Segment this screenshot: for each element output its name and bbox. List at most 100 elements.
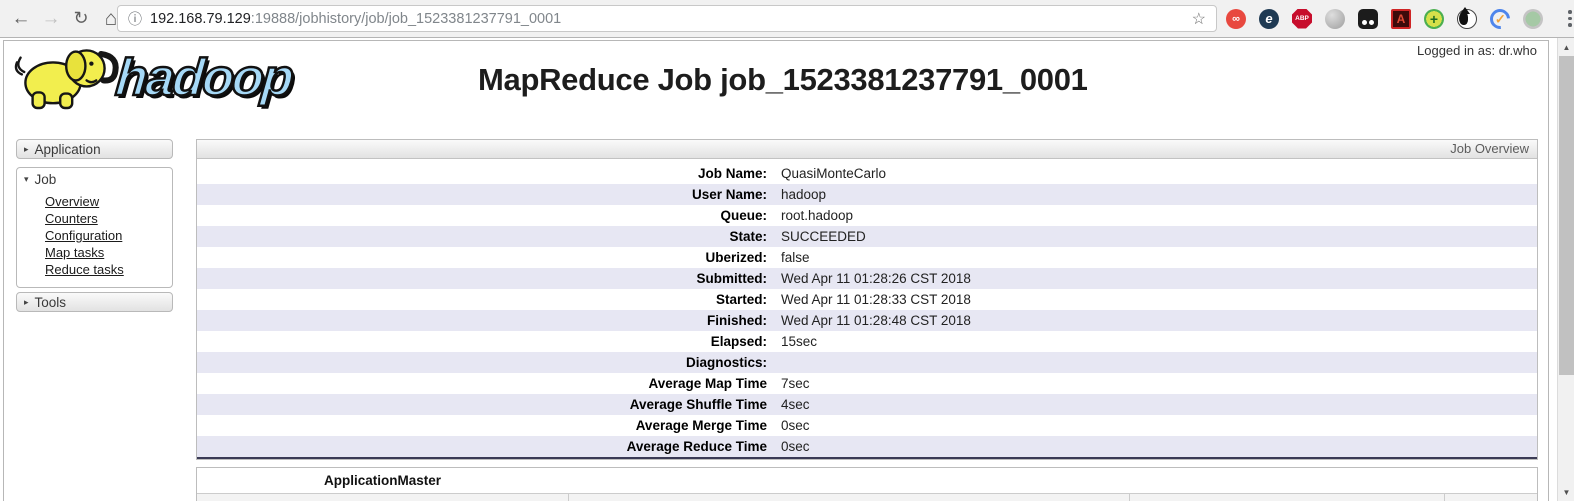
row-label: Diagnostics:	[197, 355, 767, 370]
overview-rows: Job Name:QuasiMonteCarlo User Name:hadoo…	[197, 159, 1537, 457]
row-value: 4sec	[767, 397, 810, 412]
url-text: 192.168.79.129:19888/jobhistory/job/job_…	[150, 11, 561, 27]
evernote-extension-icon[interactable]: e	[1259, 9, 1279, 29]
url-host: 192.168.79.129	[150, 11, 251, 27]
table-row: Submitted:Wed Apr 11 01:28:26 CST 2018	[197, 268, 1537, 289]
row-value: hadoop	[767, 187, 826, 202]
am-caption: ApplicationMaster	[197, 473, 568, 488]
row-value: 7sec	[767, 376, 810, 391]
sidebar-section-label: Application	[35, 142, 101, 157]
chevron-right-icon: ▸	[24, 144, 29, 155]
reload-button[interactable]: ↻	[66, 4, 96, 34]
table-row: Finished:Wed Apr 11 01:28:48 CST 2018	[197, 310, 1537, 331]
sidebar-item-reduce-tasks[interactable]: Reduce tasks	[45, 261, 172, 278]
hadoop-logo[interactable]: hadoop	[12, 42, 322, 114]
forward-button[interactable]: →	[36, 4, 66, 34]
row-label: Job Name:	[197, 166, 767, 181]
dark-square-extension-icon[interactable]	[1358, 9, 1378, 29]
sidebar-item-map-tasks[interactable]: Map tasks	[45, 244, 172, 261]
am-header-row: Attempt Number Start Time Node Logs	[197, 493, 1537, 501]
table-row: Diagnostics:	[197, 352, 1537, 373]
row-value: 15sec	[767, 334, 817, 349]
row-value: 0sec	[767, 418, 810, 433]
row-label: Average Merge Time	[197, 418, 767, 433]
table-row: Elapsed:15sec	[197, 331, 1537, 352]
table-row: Average Merge Time0sec	[197, 415, 1537, 436]
row-label: Started:	[197, 292, 767, 307]
extensions-row: ∞ e ABP A + ✓	[1226, 0, 1574, 37]
back-button[interactable]: ←	[6, 4, 36, 34]
table-row: State:SUCCEEDED	[197, 226, 1537, 247]
sidebar-section-label: Tools	[35, 295, 67, 310]
check-extension-icon[interactable]: ✓	[1486, 4, 1514, 32]
chevron-right-icon: ▸	[24, 297, 29, 308]
row-value: false	[767, 250, 810, 265]
sidebar-section-application[interactable]: ▸ Application	[16, 139, 173, 159]
row-value: Wed Apr 11 01:28:26 CST 2018	[767, 271, 971, 286]
row-label: Average Reduce Time	[197, 439, 767, 454]
browser-toolbar: ← → ↻ ⌂ ⓘ 192.168.79.129:19888/jobhistor…	[0, 0, 1574, 38]
table-row: Average Map Time7sec	[197, 373, 1537, 394]
url-path: :19888/jobhistory/job/job_1523381237791_…	[251, 11, 561, 27]
row-value: Wed Apr 11 01:28:33 CST 2018	[767, 292, 971, 307]
row-label: Submitted:	[197, 271, 767, 286]
url-bar[interactable]: ⓘ 192.168.79.129:19888/jobhistory/job/jo…	[117, 5, 1217, 32]
scroll-down-arrow-icon[interactable]: ▼	[1558, 484, 1574, 500]
table-row: Average Reduce Time0sec	[197, 436, 1537, 457]
logged-in-status: Logged in as: dr.who	[1417, 43, 1537, 58]
sidebar-item-configuration[interactable]: Configuration	[45, 227, 172, 244]
row-label: Uberized:	[197, 250, 767, 265]
page-title: MapReduce Job job_1523381237791_0001	[478, 62, 1088, 98]
sphere-extension-icon[interactable]	[1325, 9, 1345, 29]
am-col-logs: Logs	[1444, 494, 1537, 501]
table-row: Uberized:false	[197, 247, 1537, 268]
panel-bottom-border	[197, 457, 1537, 459]
scroll-up-arrow-icon[interactable]: ▲	[1558, 39, 1574, 55]
infinity-extension-icon[interactable]: ∞	[1226, 9, 1246, 29]
row-label: Average Map Time	[197, 376, 767, 391]
job-overview-panel: Job Overview Job Name:QuasiMonteCarlo Us…	[196, 139, 1538, 460]
am-caption-row: ApplicationMaster	[197, 468, 1537, 493]
scrollbar-thumb[interactable]	[1559, 56, 1574, 375]
table-row: Average Shuffle Time4sec	[197, 394, 1537, 415]
row-value: 0sec	[767, 439, 810, 454]
row-label: Elapsed:	[197, 334, 767, 349]
sidebar-section-label: Job	[35, 172, 57, 187]
table-row: Started:Wed Apr 11 01:28:33 CST 2018	[197, 289, 1537, 310]
sidebar-section-tools[interactable]: ▸ Tools	[16, 292, 173, 312]
hadoop-elephant-icon	[12, 42, 130, 114]
chevron-down-icon: ▾	[24, 174, 29, 185]
sidebar-item-overview[interactable]: Overview	[45, 193, 172, 210]
am-col-start-time: Start Time	[568, 494, 1129, 501]
table-row: Job Name:QuasiMonteCarlo	[197, 163, 1537, 184]
row-label: User Name:	[197, 187, 767, 202]
sidebar: ▸ Application ▾ Job Overview Counters Co…	[16, 139, 173, 312]
adobe-acrobat-extension-icon[interactable]: A	[1391, 9, 1411, 29]
browser-menu-button[interactable]	[1563, 4, 1574, 34]
bookmark-star-icon[interactable]: ☆	[1192, 9, 1206, 29]
sidebar-section-job-panel: ▾ Job Overview Counters Configuration Ma…	[16, 167, 173, 288]
table-row: User Name:hadoop	[197, 184, 1537, 205]
table-row: Queue:root.hadoop	[197, 205, 1537, 226]
row-label: Queue:	[197, 208, 767, 223]
vertical-scrollbar[interactable]: ▲ ▼	[1557, 38, 1574, 501]
adblock-extension-icon[interactable]: ABP	[1292, 9, 1312, 29]
hadoop-logo-text: hadoop	[113, 48, 294, 108]
row-label: Finished:	[197, 313, 767, 328]
cat-extension-icon[interactable]	[1457, 9, 1477, 29]
row-label: Average Shuffle Time	[197, 397, 767, 412]
row-value: Wed Apr 11 01:28:48 CST 2018	[767, 313, 971, 328]
row-value: root.hadoop	[767, 208, 853, 223]
am-col-node: Node	[1129, 494, 1444, 501]
sidebar-section-job[interactable]: ▾ Job	[17, 168, 172, 190]
am-col-attempt-number: Attempt Number	[197, 494, 568, 501]
panel-title: Job Overview	[197, 140, 1537, 159]
status-dot-extension-icon[interactable]	[1523, 9, 1543, 29]
page-info-icon[interactable]: ⓘ	[128, 9, 142, 29]
sidebar-item-counters[interactable]: Counters	[45, 210, 172, 227]
application-master-table: ApplicationMaster Attempt Number Start T…	[196, 467, 1538, 501]
row-label: State:	[197, 229, 767, 244]
row-value: QuasiMonteCarlo	[767, 166, 886, 181]
green-plus-extension-icon[interactable]: +	[1424, 9, 1444, 29]
row-value: SUCCEEDED	[767, 229, 866, 244]
